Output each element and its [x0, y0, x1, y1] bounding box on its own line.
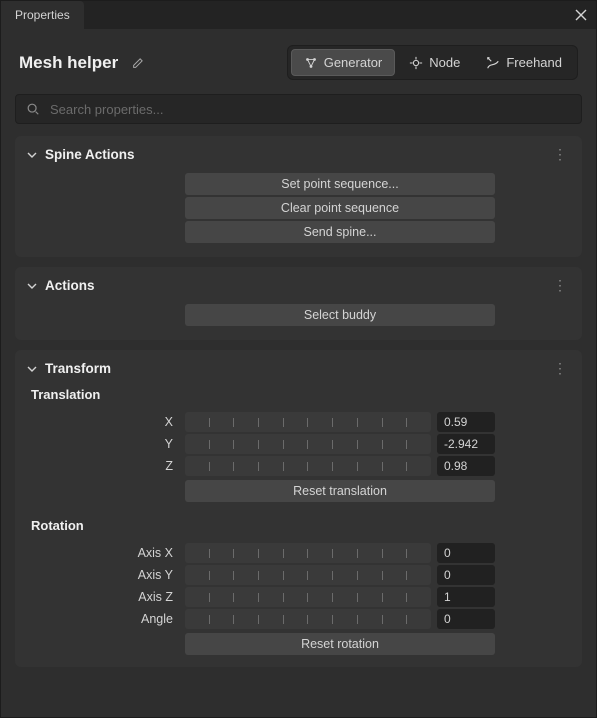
rotation-axis-z-field: Axis Z 1	[25, 587, 572, 607]
panel-header: Mesh helper Generator Node Freehand	[1, 29, 596, 94]
mode-toggle-group: Generator Node Freehand	[287, 45, 578, 80]
translation-y-slider[interactable]	[185, 434, 431, 454]
chevron-down-icon[interactable]	[25, 364, 39, 374]
section-title: Spine Actions	[45, 147, 135, 162]
tab-bar: Properties	[1, 1, 596, 29]
mode-label: Freehand	[506, 55, 562, 70]
set-point-sequence-button[interactable]: Set point sequence...	[185, 173, 495, 195]
mode-generator-button[interactable]: Generator	[291, 49, 396, 76]
rotation-angle-slider[interactable]	[185, 609, 431, 629]
section-menu-button[interactable]: ⋮	[549, 277, 572, 294]
rotation-axis-z-slider[interactable]	[185, 587, 431, 607]
edit-icon[interactable]	[132, 56, 145, 69]
translation-z-field: Z 0.98	[25, 456, 572, 476]
search-input[interactable]	[48, 101, 571, 118]
node-icon	[409, 56, 423, 70]
generator-icon	[304, 56, 318, 70]
page-title: Mesh helper	[19, 53, 118, 73]
translation-heading: Translation	[31, 387, 572, 402]
reset-rotation-button[interactable]: Reset rotation	[185, 633, 495, 655]
translation-z-slider[interactable]	[185, 456, 431, 476]
translation-x-slider[interactable]	[185, 412, 431, 432]
close-icon	[575, 9, 587, 21]
rotation-axis-x-slider[interactable]	[185, 543, 431, 563]
chevron-down-icon[interactable]	[25, 281, 39, 291]
field-label: Angle	[31, 612, 179, 626]
field-label: Axis Y	[31, 568, 179, 582]
rotation-axis-y-slider[interactable]	[185, 565, 431, 585]
freehand-icon	[486, 56, 500, 70]
translation-z-value[interactable]: 0.98	[437, 456, 495, 476]
translation-y-value[interactable]: -2.942	[437, 434, 495, 454]
rotation-axis-y-field: Axis Y 0	[25, 565, 572, 585]
field-label: X	[31, 415, 179, 429]
section-menu-button[interactable]: ⋮	[549, 146, 572, 163]
select-buddy-button[interactable]: Select buddy	[185, 304, 495, 326]
rotation-angle-field: Angle 0	[25, 609, 572, 629]
field-label: Axis Z	[31, 590, 179, 604]
properties-scroll[interactable]: Spine Actions ⋮ Set point sequence... Cl…	[15, 136, 588, 707]
chevron-down-icon[interactable]	[25, 150, 39, 160]
properties-panel: Properties Mesh helper Generator Node	[0, 0, 597, 718]
rotation-angle-value[interactable]: 0	[437, 609, 495, 629]
tab-properties[interactable]: Properties	[1, 1, 84, 29]
translation-y-field: Y -2.942	[25, 434, 572, 454]
mode-node-button[interactable]: Node	[397, 49, 472, 76]
field-label: Axis X	[31, 546, 179, 560]
section-menu-button[interactable]: ⋮	[549, 360, 572, 377]
search-field[interactable]	[15, 94, 582, 124]
translation-x-value[interactable]: 0.59	[437, 412, 495, 432]
translation-x-field: X 0.59	[25, 412, 572, 432]
send-spine-button[interactable]: Send spine...	[185, 221, 495, 243]
close-button[interactable]	[566, 1, 596, 29]
mode-label: Generator	[324, 55, 383, 70]
section-actions: Actions ⋮ Select buddy	[15, 267, 582, 340]
tab-label: Properties	[15, 8, 70, 22]
section-title: Actions	[45, 278, 95, 293]
rotation-axis-y-value[interactable]: 0	[437, 565, 495, 585]
rotation-axis-z-value[interactable]: 1	[437, 587, 495, 607]
rotation-axis-x-value[interactable]: 0	[437, 543, 495, 563]
mode-freehand-button[interactable]: Freehand	[474, 49, 574, 76]
field-label: Y	[31, 437, 179, 451]
section-spine-actions: Spine Actions ⋮ Set point sequence... Cl…	[15, 136, 582, 257]
section-title: Transform	[45, 361, 111, 376]
section-transform: Transform ⋮ Translation X 0.59 Y -2.942	[15, 350, 582, 667]
mode-label: Node	[429, 55, 460, 70]
field-label: Z	[31, 459, 179, 473]
search-icon	[26, 102, 40, 116]
reset-translation-button[interactable]: Reset translation	[185, 480, 495, 502]
rotation-axis-x-field: Axis X 0	[25, 543, 572, 563]
clear-point-sequence-button[interactable]: Clear point sequence	[185, 197, 495, 219]
rotation-heading: Rotation	[31, 518, 572, 533]
